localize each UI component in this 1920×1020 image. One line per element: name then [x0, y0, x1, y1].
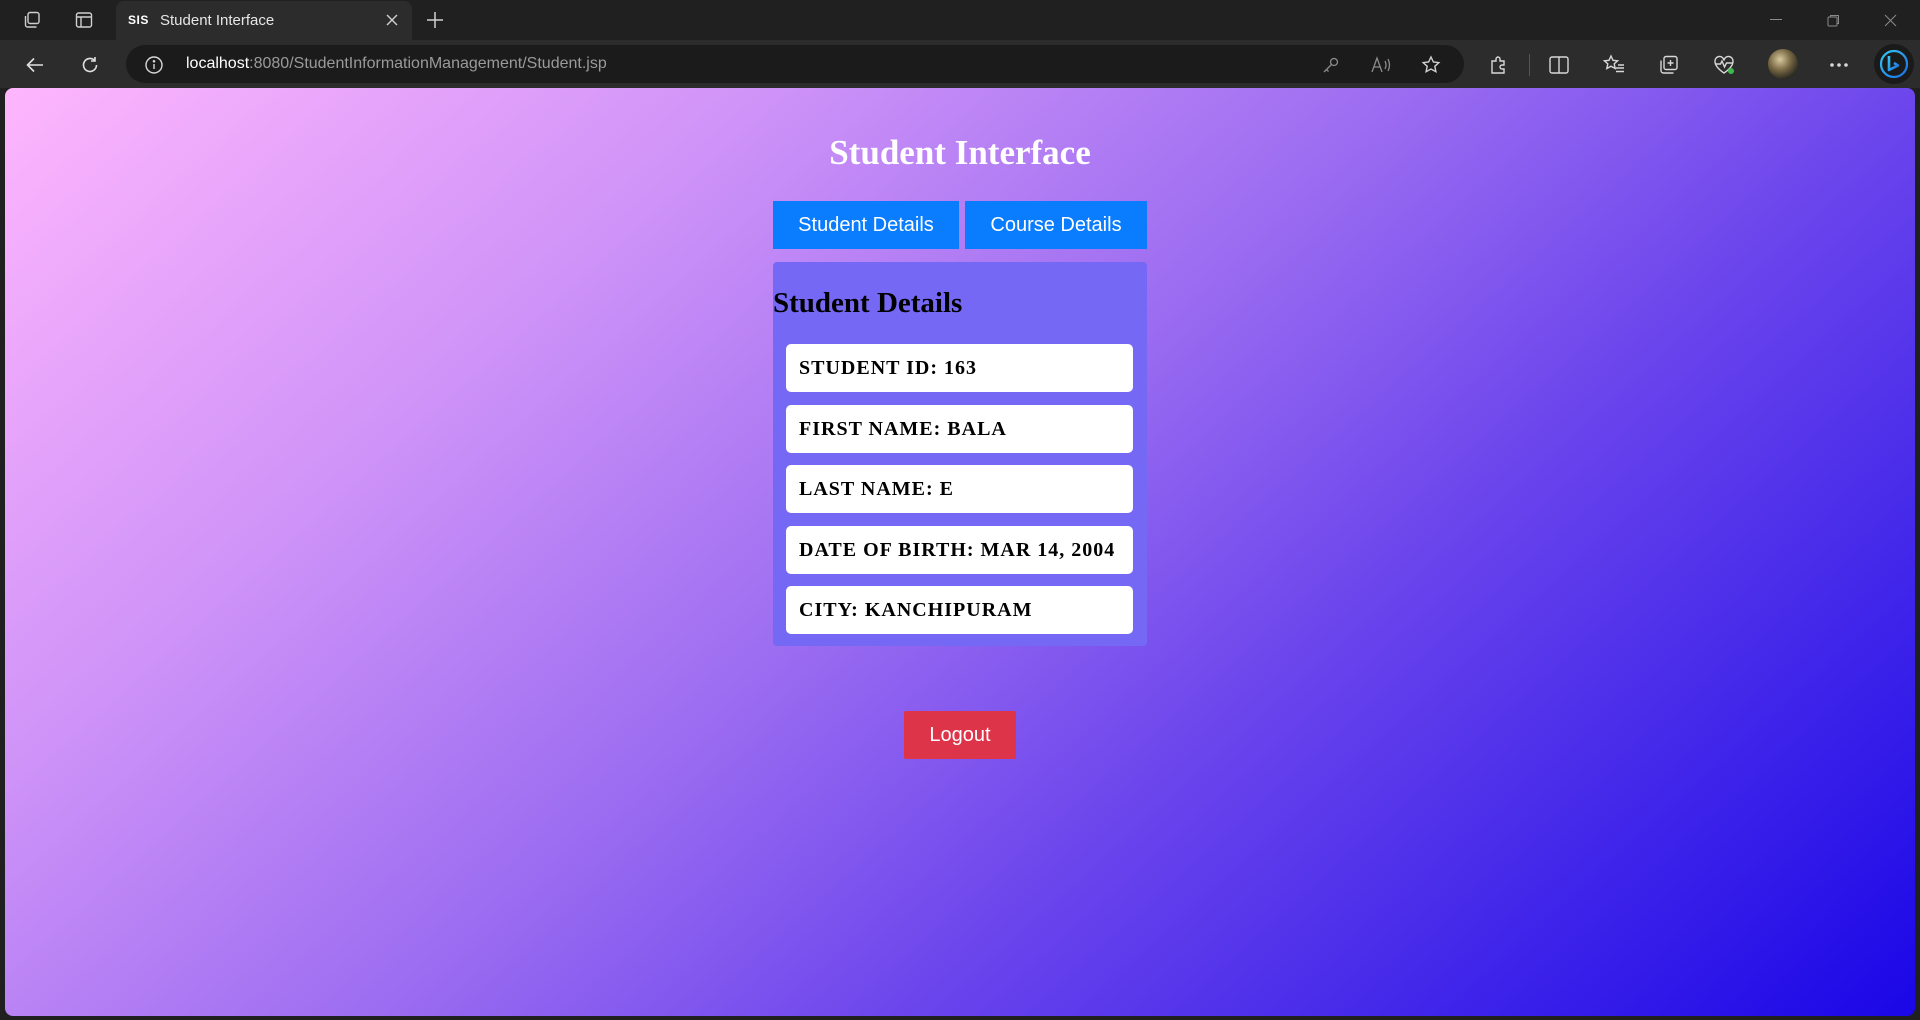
copilot-icon[interactable] — [1874, 44, 1914, 84]
browser-tab-strip: SIS Student Interface — [0, 0, 1920, 40]
refresh-icon[interactable] — [75, 50, 105, 80]
heartbeat-icon[interactable] — [1711, 52, 1737, 78]
tab-course-details[interactable]: Course Details — [965, 201, 1147, 249]
profile-avatar[interactable] — [1768, 49, 1798, 79]
minimize-icon[interactable] — [1753, 4, 1799, 36]
window-close-icon[interactable] — [1867, 4, 1913, 36]
plus-icon[interactable] — [421, 6, 449, 34]
page-viewport: Student Interface Student Details Course… — [5, 88, 1915, 1016]
student-id-field: Student ID: 163 — [786, 344, 1133, 392]
more-icon[interactable] — [1826, 52, 1852, 78]
panel-heading: Student Details — [773, 287, 963, 319]
collections-icon[interactable] — [1656, 52, 1682, 78]
favorites-icon[interactable] — [1601, 52, 1627, 78]
tab-student-details[interactable]: Student Details — [773, 201, 959, 249]
url-text[interactable]: localhost:8080/StudentInformationManagem… — [186, 55, 607, 73]
logout-button[interactable]: Logout — [904, 711, 1016, 759]
puzzle-icon[interactable] — [1486, 52, 1512, 78]
toolbar-divider — [1529, 54, 1530, 76]
tab-favicon: SIS — [128, 13, 149, 27]
page-title: Student Interface — [829, 133, 1091, 172]
restore-icon[interactable] — [1810, 4, 1856, 36]
back-arrow-icon[interactable] — [20, 50, 50, 80]
city-field: City: Kanchipuram — [786, 586, 1133, 634]
tab-actions-icon[interactable] — [70, 6, 98, 34]
student-details-panel: Student Details Student ID: 163 First Na… — [773, 262, 1147, 646]
last-name-field: Last Name: E — [786, 465, 1133, 513]
browser-tab-active[interactable]: SIS Student Interface — [116, 1, 412, 40]
key-icon[interactable] — [1320, 54, 1342, 76]
split-screen-icon[interactable] — [1546, 52, 1572, 78]
browser-toolbar: localhost:8080/StudentInformationManagem… — [0, 40, 1920, 88]
date-of-birth-field: Date of Birth: Mar 14, 2004 — [786, 526, 1133, 574]
url-path: :8080/StudentInformationManagement/Stude… — [249, 55, 607, 72]
url-host: localhost — [186, 55, 250, 72]
address-bar[interactable]: localhost:8080/StudentInformationManagem… — [126, 45, 1464, 83]
close-icon[interactable] — [382, 10, 402, 30]
first-name-field: First Name: Bala — [786, 405, 1133, 453]
star-icon[interactable] — [1420, 54, 1442, 76]
info-icon[interactable] — [144, 55, 164, 75]
tab-title: Student Interface — [160, 12, 275, 29]
read-aloud-icon[interactable] — [1370, 54, 1392, 76]
workspaces-icon[interactable] — [18, 6, 46, 34]
